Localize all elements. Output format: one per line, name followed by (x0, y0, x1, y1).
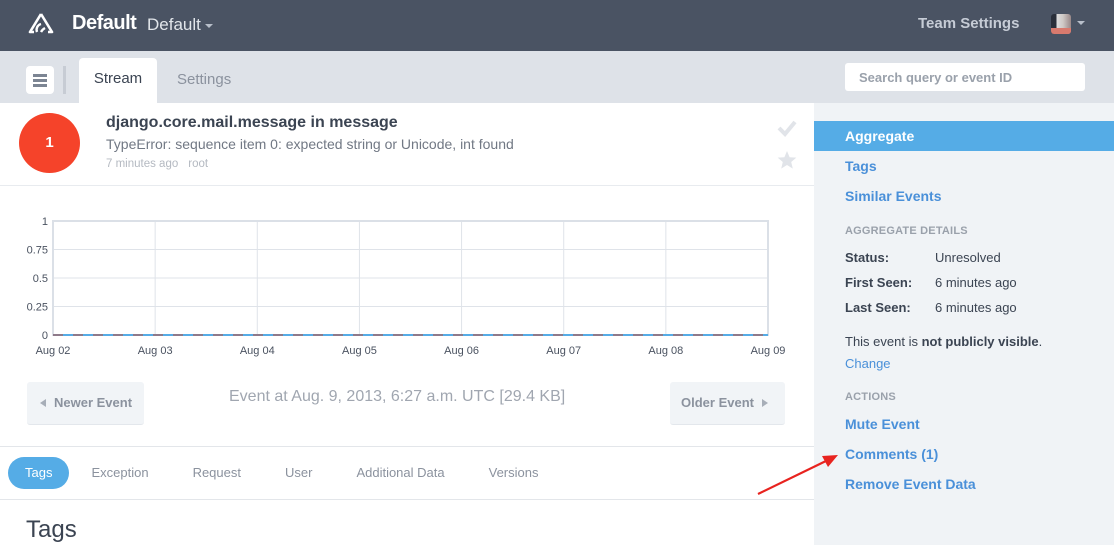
event-meta: 7 minutes ago root (106, 158, 208, 170)
older-event-button[interactable]: Older Event (670, 382, 785, 425)
event-message: TypeError: sequence item 0: expected str… (106, 136, 514, 152)
hamburger-icon-line (33, 84, 47, 87)
newer-event-button[interactable]: Newer Event (27, 382, 144, 425)
event-timestamp: Event at Aug. 9, 2013, 6:27 a.m. UTC [29… (229, 388, 566, 405)
chevron-down-icon[interactable] (1077, 21, 1085, 25)
sidebar-item-similar-events[interactable]: Similar Events (814, 181, 1114, 211)
organization-name[interactable]: Default (72, 12, 137, 35)
x-tick-label: Aug 05 (342, 345, 377, 357)
tab-request[interactable]: Request (171, 457, 263, 489)
x-tick-label: Aug 04 (240, 345, 275, 357)
first-seen-label: First Seen: (845, 275, 913, 290)
divider (0, 446, 814, 447)
comments-link[interactable]: Comments (1) (845, 446, 938, 462)
mute-event-link[interactable]: Mute Event (845, 416, 920, 432)
sidebar: Aggregate Tags Similar Events AGGREGATE … (814, 103, 1114, 545)
x-tick-label: Aug 08 (648, 345, 683, 357)
annotation-arrow-icon (757, 455, 838, 495)
visibility-status: not publicly visible (921, 334, 1039, 349)
aggregate-details-heading: AGGREGATE DETAILS (845, 225, 968, 237)
status-label: Status: (845, 250, 890, 265)
first-seen-value: 6 minutes ago (935, 275, 1017, 290)
divider (0, 185, 814, 186)
visibility-suffix: . (1038, 334, 1043, 349)
newer-event-label: Newer Event (54, 395, 133, 410)
event-data-tabs: Tags Exception Request User Additional D… (8, 457, 560, 489)
x-tick-label: Aug 02 (36, 345, 71, 357)
y-tick-label: 0.5 (33, 273, 48, 285)
chevron-down-icon (204, 23, 213, 28)
event-count-badge: 1 (19, 113, 80, 173)
tab-exception[interactable]: Exception (69, 457, 170, 489)
team-settings-link[interactable]: Team Settings (918, 15, 1019, 32)
x-tick-label: Aug 03 (138, 345, 173, 357)
sidebar-item-aggregate[interactable]: Aggregate (814, 121, 1114, 151)
arrow-left-icon (40, 399, 46, 407)
y-tick-label: 0.75 (27, 245, 48, 257)
divider (0, 499, 814, 500)
sub-navbar: Stream Settings (0, 51, 1114, 103)
status-value: Unresolved (935, 250, 1001, 265)
y-tick-label: 1 (42, 216, 48, 228)
x-tick-label: Aug 07 (546, 345, 581, 357)
sidebar-item-tags[interactable]: Tags (814, 151, 1114, 181)
user-avatar[interactable] (1051, 14, 1071, 34)
event-title: django.core.mail.message in message (106, 114, 398, 131)
bookmark-star-icon[interactable] (777, 150, 797, 170)
tab-user[interactable]: User (263, 457, 334, 489)
hamburger-icon (33, 74, 47, 77)
visibility-prefix: This event is (845, 334, 922, 349)
search-input[interactable] (845, 63, 1085, 91)
event-frequency-chart: 0 0.25 0.5 0.75 1 Aug 02 Aug 03 Aug 04 Aug 05 Aug… (27, 216, 786, 357)
arrow-right-icon (761, 399, 768, 407)
visibility-text: This event is not publicly visible. (845, 334, 1042, 349)
section-title: Tags (26, 516, 77, 543)
older-event-label: Older Event (681, 395, 754, 410)
y-tick-label: 0 (42, 330, 48, 342)
tab-versions[interactable]: Versions (467, 457, 561, 489)
resolve-check-icon[interactable] (777, 119, 797, 137)
x-tick-label: Aug 09 (751, 345, 786, 357)
tab-tags[interactable]: Tags (8, 457, 70, 489)
event-logger[interactable]: root (188, 158, 208, 170)
tab-settings[interactable]: Settings (177, 71, 231, 88)
event-time: 7 minutes ago (106, 158, 179, 170)
divider (63, 66, 66, 94)
y-tick-label: 0.25 (27, 302, 48, 314)
project-selector[interactable]: Default (147, 15, 213, 35)
x-tick-label: Aug 06 (444, 345, 479, 357)
sentry-logo-icon[interactable] (28, 12, 54, 34)
tab-stream[interactable]: Stream (79, 58, 157, 103)
tab-additional-data[interactable]: Additional Data (334, 457, 466, 489)
remove-event-data-link[interactable]: Remove Event Data (845, 476, 976, 492)
last-seen-label: Last Seen: (845, 300, 911, 315)
project-name: Default (147, 15, 201, 34)
hamburger-icon-line (33, 79, 47, 82)
menu-toggle-button[interactable] (26, 66, 54, 94)
change-visibility-link[interactable]: Change (845, 356, 891, 371)
actions-heading: ACTIONS (845, 391, 896, 403)
top-navbar: Default Default Team Settings (0, 0, 1114, 51)
last-seen-value: 6 minutes ago (935, 300, 1017, 315)
